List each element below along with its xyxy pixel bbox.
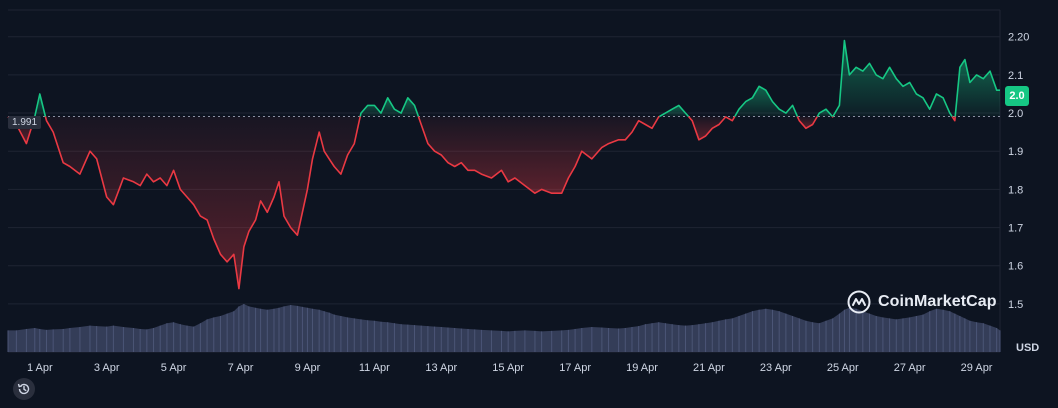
area-below-reference — [418, 116, 660, 194]
price-area-fill — [8, 40, 1000, 289]
y-axis: 2.20 2.1 2.0 1.9 1.8 1.7 1.6 1.5 — [1008, 32, 1029, 311]
x-tick-label: 29 Apr — [961, 362, 993, 374]
area-below-reference — [45, 116, 361, 289]
y-tick-label: 1.5 — [1008, 299, 1023, 311]
history-icon — [17, 383, 30, 395]
x-tick-label: 17 Apr — [559, 362, 591, 374]
x-tick-label: 3 Apr — [94, 362, 120, 374]
x-tick-label: 23 Apr — [760, 362, 792, 374]
watermark-text: CoinMarketCap — [878, 293, 997, 310]
y-tick-label: 1.6 — [1008, 261, 1023, 273]
coinmarketcap-logo-icon — [847, 290, 871, 314]
x-tick-label: 13 Apr — [425, 362, 457, 374]
x-tick-label: 19 Apr — [626, 362, 658, 374]
price-chart[interactable]: 2.20 2.1 2.0 1.9 1.8 1.7 1.6 1.5 1 Apr 3 Apr 5 Ap… — [0, 0, 1058, 408]
x-tick-label: 1 Apr — [27, 362, 53, 374]
reference-value-badge: 1.991 — [8, 116, 42, 129]
history-button[interactable] — [13, 378, 35, 400]
x-tick-label: 11 Apr — [359, 362, 390, 374]
y-tick-label: 1.8 — [1008, 184, 1023, 196]
x-axis: 1 Apr 3 Apr 5 Apr 7 Apr 9 Apr 11 Apr 13 Apr 15 … — [27, 362, 993, 374]
x-tick-label: 7 Apr — [228, 362, 254, 374]
y-tick-label: 2.0 — [1008, 108, 1023, 120]
x-tick-label: 9 Apr — [295, 362, 321, 374]
y-tick-label: 1.7 — [1008, 223, 1023, 235]
x-tick-label: 27 Apr — [894, 362, 926, 374]
y-tick-label: 1.9 — [1008, 146, 1023, 158]
area-above-reference — [955, 59, 1000, 117]
y-tick-label: 2.20 — [1008, 32, 1029, 44]
area-above-reference — [832, 40, 953, 117]
current-price-badge: 2.0 — [1005, 86, 1029, 106]
y-tick-label: 2.1 — [1008, 70, 1023, 82]
watermark: CoinMarketCap — [847, 290, 997, 314]
x-tick-label: 5 Apr — [161, 362, 187, 374]
x-tick-label: 21 Apr — [693, 362, 725, 374]
x-tick-label: 15 Apr — [492, 362, 524, 374]
x-tick-label: 25 Apr — [827, 362, 859, 374]
currency-label: USD — [1016, 342, 1040, 354]
